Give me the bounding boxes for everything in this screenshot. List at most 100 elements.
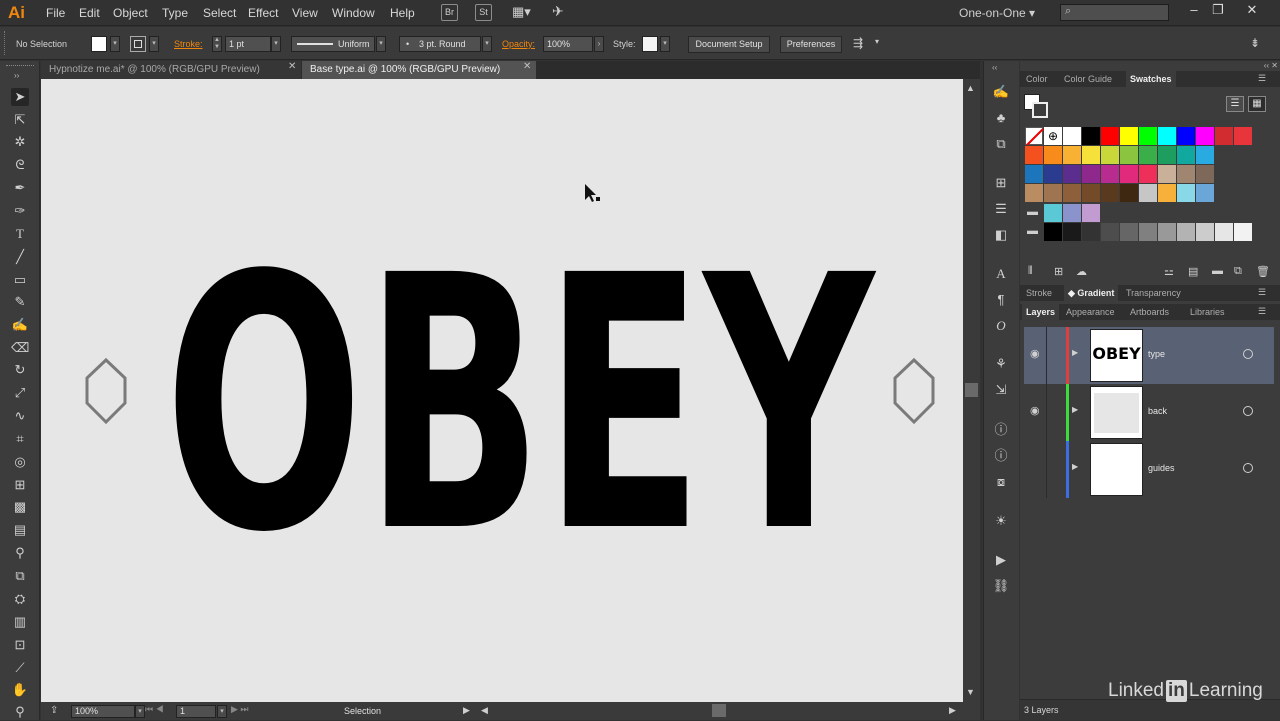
- tab-libraries[interactable]: Libraries: [1186, 304, 1229, 320]
- color-swatch[interactable]: [1196, 223, 1214, 241]
- status-menu-icon[interactable]: ▶: [463, 705, 470, 716]
- swatch-libraries-icon[interactable]: ⫴: [1028, 265, 1033, 278]
- transform-icon[interactable]: ⊞: [992, 174, 1010, 192]
- color-swatch[interactable]: [1120, 127, 1138, 145]
- color-swatch[interactable]: [1082, 127, 1100, 145]
- layer-row-type[interactable]: ◉ ▶ OBEY type: [1024, 327, 1274, 384]
- tab-stroke[interactable]: Stroke: [1022, 285, 1056, 301]
- menu-help[interactable]: Help: [390, 6, 415, 20]
- panel-menu-icon[interactable]: ☰: [1258, 73, 1266, 84]
- menu-edit[interactable]: Edit: [79, 6, 100, 20]
- expand-arrow-icon[interactable]: ▶: [1072, 462, 1078, 471]
- hand-tool-icon[interactable]: ✋: [11, 681, 29, 699]
- tab-layers[interactable]: Layers: [1022, 304, 1060, 320]
- lasso-tool-icon[interactable]: ᘓ: [11, 156, 29, 174]
- color-swatch[interactable]: [1215, 223, 1233, 241]
- swatch-options-icon[interactable]: ☁: [1076, 265, 1087, 278]
- color-swatch[interactable]: [1158, 146, 1176, 164]
- menu-window[interactable]: Window: [332, 6, 375, 20]
- zoom-dropdown[interactable]: ▾: [135, 705, 145, 718]
- color-swatch[interactable]: [1101, 223, 1119, 241]
- artboard-dropdown[interactable]: ▾: [217, 705, 227, 718]
- workspace-switcher[interactable]: One-on-One ▾: [959, 6, 1035, 20]
- tab-appearance[interactable]: Appearance: [1062, 304, 1119, 320]
- restore-icon[interactable]: ❐: [1210, 2, 1226, 18]
- color-swatch[interactable]: [1063, 223, 1081, 241]
- visibility-eye-icon[interactable]: ◉: [1030, 347, 1040, 360]
- artboard-canvas[interactable]: OBEY: [41, 79, 963, 702]
- collapse-icon[interactable]: ‹‹ ✕: [1022, 61, 1278, 70]
- tab-swatches[interactable]: Swatches: [1126, 71, 1176, 87]
- brush-dropdown[interactable]: ▾: [482, 36, 492, 52]
- target-icon[interactable]: [1243, 463, 1253, 473]
- color-group-folder-icon[interactable]: ▬: [1027, 206, 1038, 218]
- artboard-tool-icon[interactable]: ⊡: [11, 636, 29, 654]
- layer-row-back[interactable]: ◉ ▶ back: [1024, 384, 1274, 441]
- expand-arrow-icon[interactable]: ▶: [1072, 405, 1078, 414]
- swatch-kinds-icon[interactable]: ⊞: [1054, 265, 1063, 278]
- close-icon[interactable]: ✕: [1244, 2, 1260, 18]
- opacity-slider-toggle[interactable]: ›: [594, 36, 604, 52]
- links-chain-icon[interactable]: ⛓: [992, 577, 1010, 595]
- vertical-scrollbar[interactable]: ▲ ▼: [963, 79, 980, 702]
- left-hexagon-guide[interactable]: [85, 357, 127, 425]
- rotate-tool-icon[interactable]: ↻: [11, 361, 29, 379]
- color-swatch[interactable]: [1158, 184, 1176, 202]
- color-swatch[interactable]: [1158, 127, 1176, 145]
- stock-button[interactable]: St: [475, 4, 492, 21]
- stroke-swatch[interactable]: [130, 36, 146, 52]
- color-swatch[interactable]: [1177, 223, 1195, 241]
- menu-object[interactable]: Object: [113, 6, 148, 20]
- links-icon[interactable]: ⧇: [992, 473, 1010, 491]
- fill-dropdown[interactable]: ▾: [110, 36, 120, 52]
- menu-view[interactable]: View: [292, 6, 318, 20]
- graphic-style-swatch[interactable]: [642, 36, 658, 52]
- close-tab-icon[interactable]: ✕: [523, 61, 531, 72]
- vertical-scroll-thumb[interactable]: [965, 383, 978, 397]
- blend-tool-icon[interactable]: ⧉: [11, 567, 29, 585]
- color-swatch[interactable]: [1082, 146, 1100, 164]
- gradient-tool-icon[interactable]: ▤: [11, 521, 29, 539]
- color-swatch[interactable]: [1025, 184, 1043, 202]
- tab-color[interactable]: Color: [1022, 71, 1052, 87]
- pathfinder-icon[interactable]: ◧: [992, 226, 1010, 244]
- zoom-tool-icon[interactable]: ⚲: [11, 703, 29, 721]
- visibility-eye-icon[interactable]: ◉: [1030, 404, 1040, 417]
- target-icon[interactable]: [1243, 406, 1253, 416]
- selection-tool-icon[interactable]: ➤: [11, 88, 29, 106]
- layer-name[interactable]: guides: [1148, 463, 1175, 473]
- character-icon[interactable]: A: [992, 265, 1010, 283]
- brushes-icon[interactable]: ✍: [992, 83, 1010, 101]
- align-dropdown[interactable]: ▾: [875, 37, 879, 46]
- panel-menu-icon[interactable]: ☰: [1258, 287, 1266, 298]
- shape-builder-tool-icon[interactable]: ◎: [11, 453, 29, 471]
- fill-swatch[interactable]: [91, 36, 107, 52]
- color-swatch[interactable]: [1044, 204, 1062, 222]
- eraser-tool-icon[interactable]: ⌫: [11, 339, 29, 357]
- stroke-label[interactable]: Stroke:: [174, 39, 203, 49]
- color-swatch[interactable]: [1139, 184, 1157, 202]
- stroke-stepper[interactable]: ▲ ▼: [212, 36, 222, 52]
- target-icon[interactable]: [1243, 349, 1253, 359]
- color-swatch[interactable]: [1120, 223, 1138, 241]
- expand-arrow-icon[interactable]: ▶: [1072, 348, 1078, 357]
- profile-dropdown[interactable]: ▾: [376, 36, 386, 52]
- color-swatch[interactable]: [1139, 146, 1157, 164]
- collapse-icon[interactable]: ‹‹: [992, 63, 997, 72]
- opacity-label[interactable]: Opacity:: [502, 39, 535, 49]
- graphic-styles-icon[interactable]: ⧉: [992, 135, 1010, 153]
- horizontal-scroll-thumb[interactable]: [712, 704, 726, 717]
- actions-icon[interactable]: ▶: [992, 551, 1010, 569]
- color-swatch[interactable]: [1196, 165, 1214, 183]
- brush-definition[interactable]: • 3 pt. Round: [399, 36, 481, 52]
- layer-name[interactable]: back: [1148, 406, 1167, 416]
- scroll-up-icon[interactable]: ▲: [966, 83, 975, 93]
- arrange-documents-icon[interactable]: ▦▾: [512, 4, 538, 21]
- color-swatch[interactable]: [1101, 165, 1119, 183]
- delete-swatch-icon[interactable]: 🗑: [1256, 265, 1270, 278]
- color-swatch[interactable]: [1063, 184, 1081, 202]
- color-swatch[interactable]: [1044, 165, 1062, 183]
- color-swatch[interactable]: [1234, 223, 1252, 241]
- color-swatch[interactable]: [1063, 127, 1081, 145]
- thumbnail-view-icon[interactable]: ▦: [1248, 96, 1266, 112]
